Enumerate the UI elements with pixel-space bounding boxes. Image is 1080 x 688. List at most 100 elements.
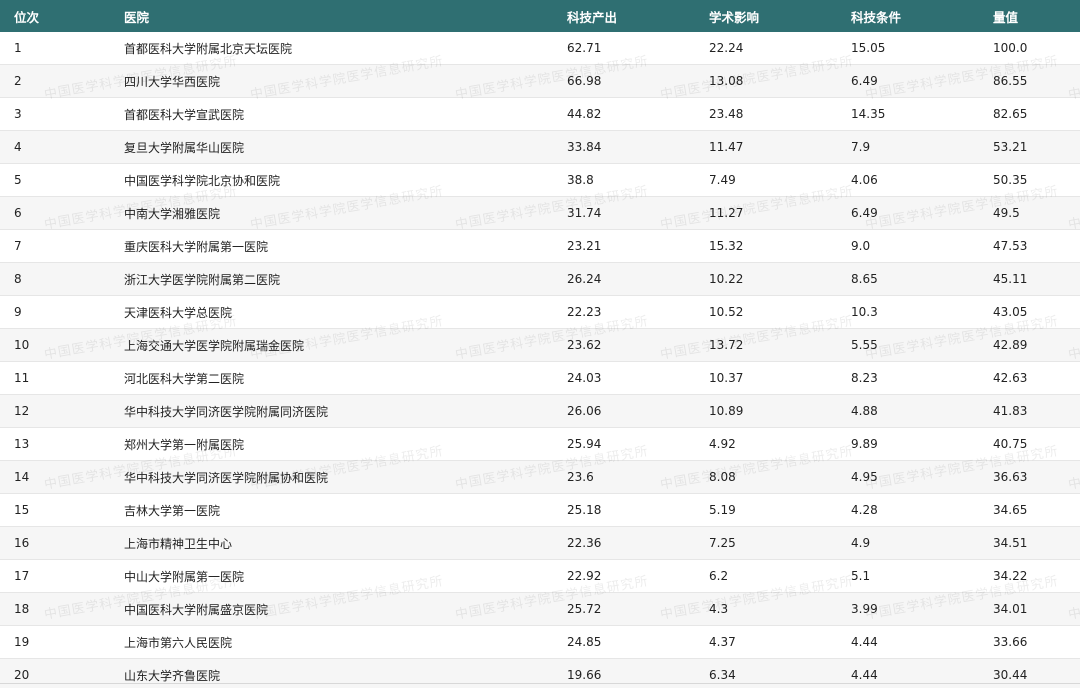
ranking-page: 位次 医院 科技产出 学术影响 科技条件 量值 1 首都医科大学附属北京天坛医院 6…: [0, 0, 1080, 688]
cell-conditions: 7.9: [837, 130, 979, 164]
table-row: 14 华中科技大学同济医学院附属协和医院 23.6 8.08 4.95 36.63: [0, 460, 1080, 494]
cell-impact: 6.2: [695, 559, 837, 593]
table-row: 4 复旦大学附属华山医院 33.84 11.47 7.9 53.21: [0, 130, 1080, 164]
table-row: 1 首都医科大学附属北京天坛医院 62.71 22.24 15.05 100.0: [0, 32, 1080, 65]
table-row: 16 上海市精神卫生中心 22.36 7.25 4.9 34.51: [0, 526, 1080, 560]
cell-output: 22.36: [553, 526, 695, 560]
cell-conditions: 14.35: [837, 97, 979, 131]
cell-rank: 11: [0, 361, 110, 395]
cell-hospital: 天津医科大学总医院: [110, 295, 553, 329]
table-row: 19 上海市第六人民医院 24.85 4.37 4.44 33.66: [0, 625, 1080, 659]
cell-output: 33.84: [553, 130, 695, 164]
cell-rank: 4: [0, 130, 110, 164]
cell-hospital: 上海市第六人民医院: [110, 625, 553, 659]
cell-conditions: 5.55: [837, 328, 979, 362]
cell-score: 40.75: [979, 427, 1080, 461]
column-header-conditions[interactable]: 科技条件: [837, 0, 979, 32]
cell-output: 22.92: [553, 559, 695, 593]
cell-output: 44.82: [553, 97, 695, 131]
cell-impact: 23.48: [695, 97, 837, 131]
cell-score: 49.5: [979, 196, 1080, 230]
cell-rank: 13: [0, 427, 110, 461]
cell-impact: 22.24: [695, 32, 837, 65]
cell-conditions: 5.1: [837, 559, 979, 593]
cell-rank: 9: [0, 295, 110, 329]
cell-rank: 19: [0, 625, 110, 659]
table-row: 6 中南大学湘雅医院 31.74 11.27 6.49 49.5: [0, 196, 1080, 230]
cell-score: 33.66: [979, 625, 1080, 659]
cell-hospital: 中南大学湘雅医院: [110, 196, 553, 230]
cell-conditions: 9.89: [837, 427, 979, 461]
cell-impact: 13.08: [695, 64, 837, 98]
table-row: 13 郑州大学第一附属医院 25.94 4.92 9.89 40.75: [0, 427, 1080, 461]
cell-output: 23.6: [553, 460, 695, 494]
cell-rank: 16: [0, 526, 110, 560]
cell-score: 43.05: [979, 295, 1080, 329]
cell-conditions: 10.3: [837, 295, 979, 329]
cell-hospital: 吉林大学第一医院: [110, 493, 553, 527]
cell-conditions: 4.28: [837, 493, 979, 527]
cell-hospital: 四川大学华西医院: [110, 64, 553, 98]
cell-hospital: 首都医科大学宣武医院: [110, 97, 553, 131]
cell-rank: 7: [0, 229, 110, 263]
cell-rank: 15: [0, 493, 110, 527]
cell-score: 36.63: [979, 460, 1080, 494]
cell-output: 25.18: [553, 493, 695, 527]
cell-output: 22.23: [553, 295, 695, 329]
cell-score: 47.53: [979, 229, 1080, 263]
cell-impact: 15.32: [695, 229, 837, 263]
cell-output: 38.8: [553, 163, 695, 197]
header-row: 位次 医院 科技产出 学术影响 科技条件 量值: [0, 0, 1080, 32]
cell-conditions: 9.0: [837, 229, 979, 263]
cell-output: 66.98: [553, 64, 695, 98]
cell-conditions: 4.44: [837, 625, 979, 659]
column-header-impact[interactable]: 学术影响: [695, 0, 837, 32]
cell-hospital: 首都医科大学附属北京天坛医院: [110, 32, 553, 65]
cell-score: 41.83: [979, 394, 1080, 428]
cell-hospital: 中国医学科学院北京协和医院: [110, 163, 553, 197]
cell-impact: 4.37: [695, 625, 837, 659]
table-row: 5 中国医学科学院北京协和医院 38.8 7.49 4.06 50.35: [0, 163, 1080, 197]
cell-output: 25.94: [553, 427, 695, 461]
table-row: 17 中山大学附属第一医院 22.92 6.2 5.1 34.22: [0, 559, 1080, 593]
cell-impact: 10.37: [695, 361, 837, 395]
cell-score: 34.51: [979, 526, 1080, 560]
cell-output: 23.62: [553, 328, 695, 362]
cell-impact: 4.92: [695, 427, 837, 461]
cell-impact: 10.89: [695, 394, 837, 428]
cell-conditions: 15.05: [837, 32, 979, 65]
cell-hospital: 中国医科大学附属盛京医院: [110, 592, 553, 626]
cell-conditions: 8.23: [837, 361, 979, 395]
column-header-rank[interactable]: 位次: [0, 0, 110, 32]
cell-conditions: 4.95: [837, 460, 979, 494]
cell-output: 24.85: [553, 625, 695, 659]
table-header: 位次 医院 科技产出 学术影响 科技条件 量值: [0, 0, 1080, 32]
column-header-score[interactable]: 量值: [979, 0, 1080, 32]
cell-impact: 7.25: [695, 526, 837, 560]
cell-conditions: 3.99: [837, 592, 979, 626]
hospital-ranking-table: 位次 医院 科技产出 学术影响 科技条件 量值 1 首都医科大学附属北京天坛医院 6…: [0, 0, 1080, 688]
cell-score: 100.0: [979, 32, 1080, 65]
table-bottom-border: [0, 683, 1080, 684]
table-row: 8 浙江大学医学院附属第二医院 26.24 10.22 8.65 45.11: [0, 262, 1080, 296]
cell-impact: 10.22: [695, 262, 837, 296]
cell-rank: 8: [0, 262, 110, 296]
column-header-output[interactable]: 科技产出: [553, 0, 695, 32]
cell-impact: 8.08: [695, 460, 837, 494]
cell-score: 53.21: [979, 130, 1080, 164]
cell-rank: 14: [0, 460, 110, 494]
table-row: 2 四川大学华西医院 66.98 13.08 6.49 86.55: [0, 64, 1080, 98]
column-header-hospital[interactable]: 医院: [110, 0, 553, 32]
cell-score: 50.35: [979, 163, 1080, 197]
table-row: 9 天津医科大学总医院 22.23 10.52 10.3 43.05: [0, 295, 1080, 329]
cell-rank: 12: [0, 394, 110, 428]
cell-impact: 10.52: [695, 295, 837, 329]
cell-conditions: 4.88: [837, 394, 979, 428]
table-body: 1 首都医科大学附属北京天坛医院 62.71 22.24 15.05 100.0 2 四川大学…: [0, 32, 1080, 688]
cell-hospital: 重庆医科大学附属第一医院: [110, 229, 553, 263]
cell-hospital: 郑州大学第一附属医院: [110, 427, 553, 461]
cell-output: 23.21: [553, 229, 695, 263]
cell-rank: 2: [0, 64, 110, 98]
cell-score: 42.89: [979, 328, 1080, 362]
cell-rank: 3: [0, 97, 110, 131]
